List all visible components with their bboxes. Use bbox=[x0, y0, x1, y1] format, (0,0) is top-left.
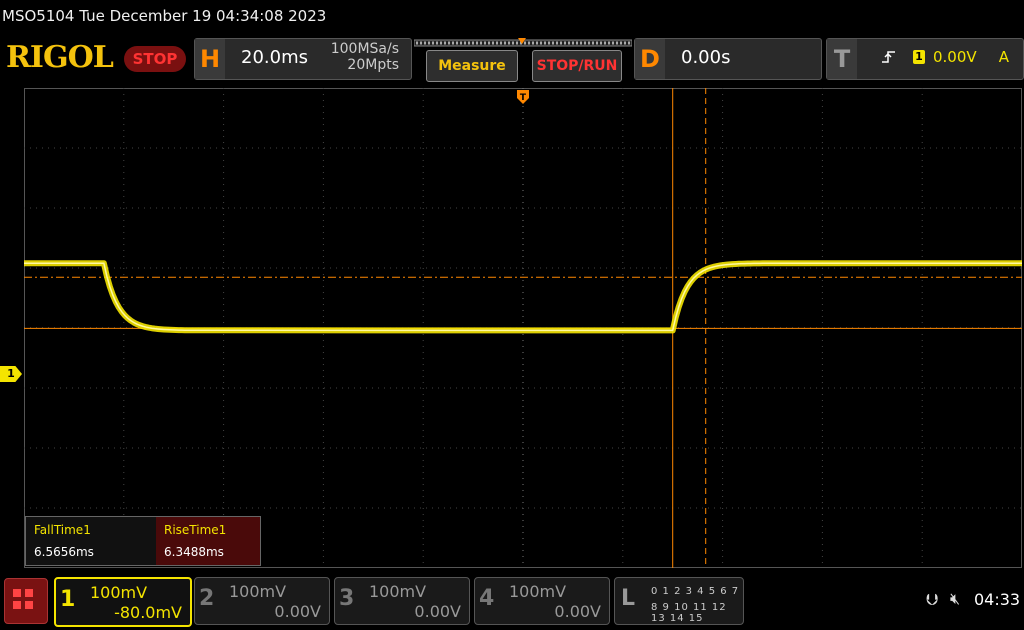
measure-button[interactable]: Measure bbox=[426, 50, 518, 82]
channel-3-button[interactable]: 3 100mV 0.00V bbox=[334, 577, 470, 625]
delay-panel[interactable]: D 0.00s bbox=[634, 38, 822, 80]
channel-scale: 100mV bbox=[90, 583, 148, 602]
timebase-value: 20.0ms bbox=[241, 47, 308, 68]
channel-offset: 0.00V bbox=[554, 602, 601, 621]
status-clock: 04:33 bbox=[974, 590, 1021, 609]
sample-rate: 100MSa/s bbox=[330, 41, 399, 57]
measurement-panel[interactable]: FallTime1 6.5656ms RiseTime1 6.3488ms bbox=[25, 516, 261, 566]
la-tag: L bbox=[621, 586, 636, 611]
channel-offset: 0.00V bbox=[414, 602, 461, 621]
logic-analyzer-button[interactable]: L 0 1 2 3 4 5 6 7 8 9 10 11 12 13 14 15 bbox=[614, 577, 744, 625]
ch1-offset-marker[interactable]: 1 bbox=[0, 366, 22, 382]
usb-icon: ⮋ bbox=[926, 590, 939, 609]
trigger-tag: T bbox=[827, 39, 857, 79]
measurement-value: 6.3488ms bbox=[164, 545, 224, 559]
horizontal-panel[interactable]: H 20.0ms 100MSa/s 20Mpts bbox=[194, 38, 412, 80]
channel-scale: 100mV bbox=[369, 582, 427, 601]
channel-number: 3 bbox=[339, 586, 355, 611]
channel-offset: 0.00V bbox=[274, 602, 321, 621]
delay-tag: D bbox=[635, 39, 665, 79]
speaker-muted-icon[interactable]: 🔇︎ bbox=[950, 589, 960, 609]
la-channels-row1: 0 1 2 3 4 5 6 7 bbox=[651, 586, 740, 597]
trigger-position-label: T bbox=[520, 93, 527, 103]
trigger-panel[interactable]: T 1 0.00V A bbox=[826, 38, 1024, 80]
la-channels-row2: 8 9 10 11 12 13 14 15 bbox=[651, 602, 727, 624]
stop-run-button[interactable]: STOP/RUN bbox=[532, 50, 622, 82]
memory-position-bar bbox=[414, 38, 632, 47]
window-title: MSO5104 Tue December 19 04:34:08 2023 bbox=[0, 0, 1024, 32]
sample-info: 100MSa/s 20Mpts bbox=[331, 41, 399, 73]
channel-4-button[interactable]: 4 100mV 0.00V bbox=[474, 577, 610, 625]
top-toolbar: RIGOL STOP H 20.0ms 100MSa/s 20Mpts Meas… bbox=[0, 34, 1024, 86]
measurement-value: 6.5656ms bbox=[34, 545, 94, 559]
channel-scale: 100mV bbox=[509, 582, 567, 601]
memory-depth: 20Mpts bbox=[347, 57, 399, 73]
ch1-waveform-trace bbox=[24, 260, 1022, 334]
channel-number: 1 bbox=[60, 587, 76, 612]
trigger-channel: 1 bbox=[913, 50, 925, 64]
channel-scale: 100mV bbox=[229, 582, 287, 601]
trigger-level: 0.00V bbox=[933, 48, 977, 66]
measurement-label: FallTime1 bbox=[34, 523, 91, 537]
horizontal-tag: H bbox=[195, 39, 225, 79]
trigger-mode: A bbox=[998, 48, 1009, 66]
channel-bar: 1 100mV -80.0mV 2 100mV 0.00V 3 100mV 0.… bbox=[0, 574, 1024, 630]
channel-1-button[interactable]: 1 100mV -80.0mV bbox=[54, 577, 192, 627]
channel-number: 4 bbox=[479, 586, 495, 611]
rigol-logo: RIGOL bbox=[6, 40, 114, 75]
run-state-indicator[interactable]: STOP bbox=[124, 46, 186, 72]
ch1-waveform-core bbox=[24, 262, 1022, 332]
delay-value: 0.00s bbox=[681, 47, 731, 68]
waveform-display[interactable]: T bbox=[24, 88, 1022, 568]
rising-edge-icon bbox=[881, 49, 897, 69]
channel-number: 2 bbox=[199, 586, 215, 611]
channel-2-button[interactable]: 2 100mV 0.00V bbox=[194, 577, 330, 625]
main-menu-button[interactable] bbox=[4, 578, 48, 624]
measurement-label: RiseTime1 bbox=[164, 523, 227, 537]
measurement-fall-time: FallTime1 6.5656ms bbox=[26, 517, 156, 565]
measurement-rise-time: RiseTime1 6.3488ms bbox=[156, 517, 260, 565]
channel-offset: -80.0mV bbox=[114, 603, 182, 622]
